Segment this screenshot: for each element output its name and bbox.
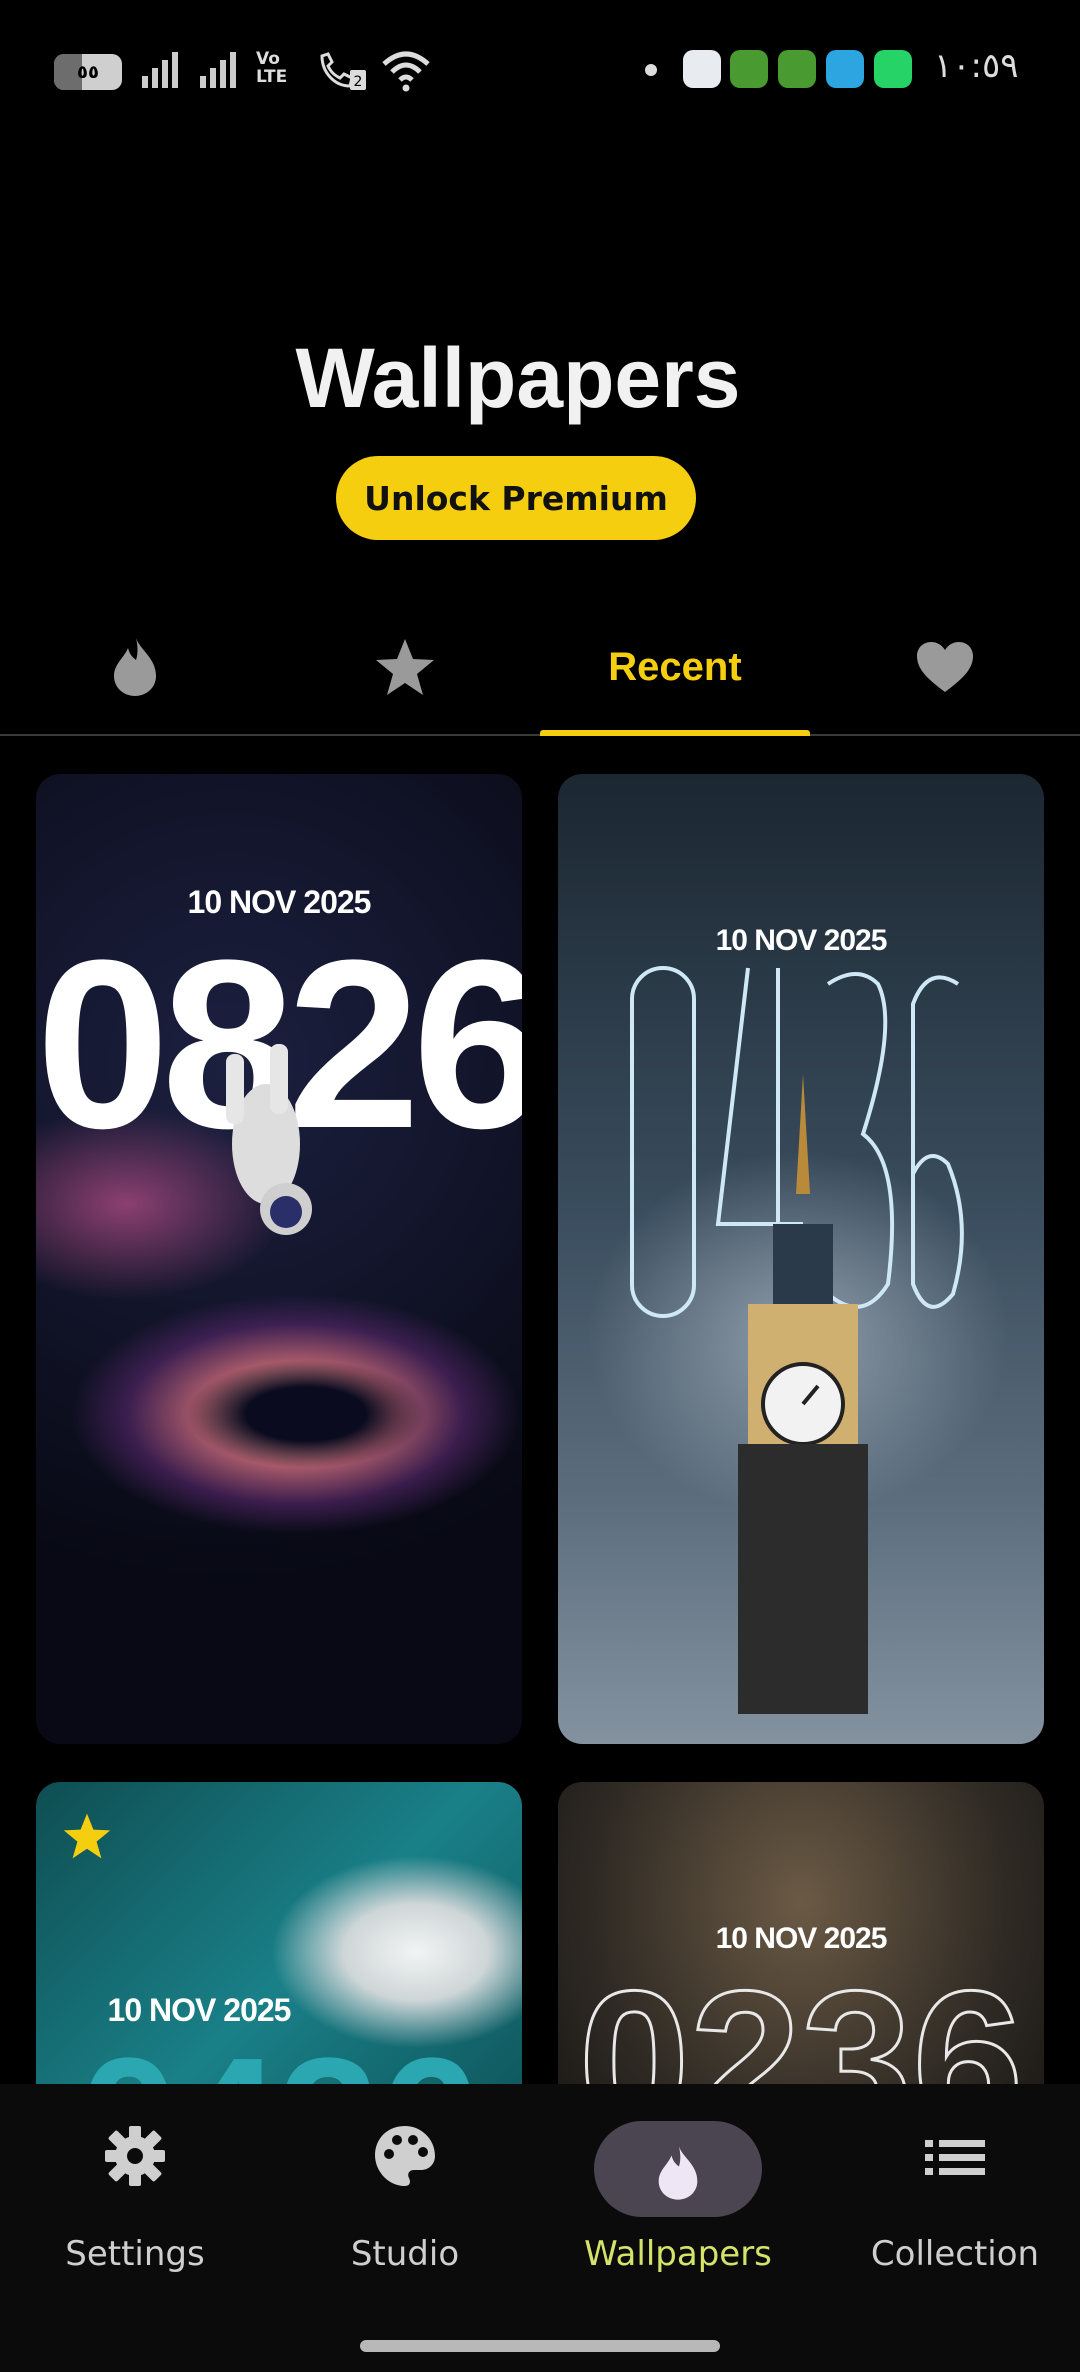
tab-active-indicator	[540, 730, 810, 736]
tab-favorites[interactable]	[810, 600, 1080, 734]
wallpaper-card[interactable]: 10 NOV 2025 0236	[558, 1782, 1044, 2084]
wallpaper-grid: 10 NOV 2025 0826 10 NOV 2025 10 NOV 2025…	[0, 738, 1080, 2084]
nav-label: Settings	[65, 2234, 205, 2274]
wallpaper-card[interactable]: 10 NOV 2025	[558, 774, 1044, 1744]
page-title: Wallpapers	[295, 331, 741, 425]
astronaut-illustration	[226, 1044, 312, 1235]
app-notification-icon	[730, 50, 768, 88]
star-icon	[376, 639, 434, 695]
list-icon	[925, 2140, 985, 2175]
signal-icon	[142, 52, 178, 88]
battery-icon: ٥٥	[54, 54, 122, 90]
wallpaper-date: 10 NOV 2025	[715, 924, 888, 957]
nav-label: Collection	[870, 2234, 1040, 2274]
battery-level: ٥٥	[77, 61, 99, 83]
flame-icon	[114, 638, 156, 696]
wallpaper-time: 0436	[36, 2032, 522, 2085]
tab-trending[interactable]	[0, 600, 270, 734]
nav-settings[interactable]: Settings	[0, 2084, 270, 2304]
tab-recent-label: Recent	[608, 644, 742, 689]
premium-star-icon	[63, 1813, 111, 1859]
signal-icon-2	[200, 52, 236, 88]
heart-icon	[917, 642, 973, 692]
telegram-icon	[826, 50, 864, 88]
wallpaper-card[interactable]: 10 NOV 2025 0826	[36, 774, 522, 1744]
wifi-calling-icon: 2	[320, 52, 366, 90]
category-tabs: Recent	[0, 600, 1080, 736]
notification-dot	[645, 64, 657, 76]
tab-featured[interactable]	[270, 600, 540, 734]
flame-icon	[658, 2146, 698, 2200]
app-notification-icon	[778, 50, 816, 88]
clock-tower-illustration	[738, 1074, 868, 1714]
clock: ١٠:٥٩	[934, 46, 1019, 86]
svg-text:2: 2	[354, 74, 363, 90]
nav-label: Wallpapers	[584, 2234, 772, 2274]
app-notification-icon	[683, 50, 721, 88]
status-bar: ٥٥ Vo LTE 2 ١٠:٥٩	[0, 0, 1080, 140]
whatsapp-icon	[874, 50, 912, 88]
nav-studio[interactable]: Studio	[270, 2084, 540, 2304]
wallpaper-card[interactable]: 10 NOV 2025 0436	[36, 1782, 522, 2084]
wallpaper-time: 0236	[577, 1950, 1025, 2084]
volte-indicator: Vo LTE	[256, 49, 288, 87]
nav-collection[interactable]: Collection	[820, 2084, 1080, 2304]
wifi-icon	[382, 51, 430, 92]
palette-icon	[375, 2126, 435, 2186]
nav-label: Studio	[350, 2234, 460, 2274]
nav-wallpapers[interactable]: Wallpapers	[540, 2084, 816, 2304]
home-indicator[interactable]	[360, 2340, 720, 2352]
tab-recent[interactable]: Recent	[540, 600, 810, 734]
unlock-premium-button[interactable]: Unlock Premium	[336, 456, 696, 540]
gear-icon	[105, 2126, 165, 2186]
